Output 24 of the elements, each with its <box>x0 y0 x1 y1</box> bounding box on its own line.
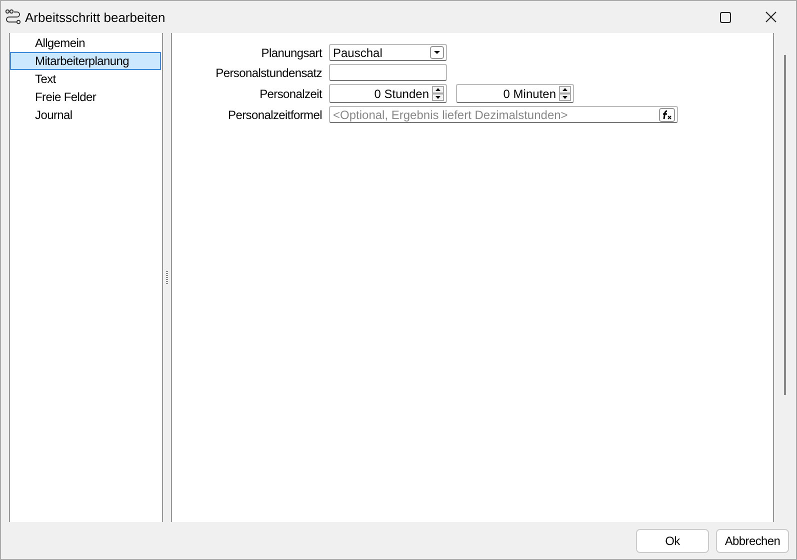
navigation-item[interactable]: Freie Felder <box>10 88 161 106</box>
close-icon[interactable] <box>765 11 777 23</box>
cancel-button[interactable]: Abbrechen <box>716 528 789 552</box>
ok-button[interactable]: Ok <box>636 528 709 552</box>
field-label: Personalstundensatz <box>216 66 322 80</box>
input-field[interactable] <box>329 64 447 81</box>
navigation-item[interactable]: Mitarbeiterplanung <box>10 52 161 70</box>
field-label: Personalzeit <box>260 86 322 100</box>
maximize-icon[interactable] <box>720 12 731 22</box>
spin-field[interactable]: 0 Stunden <box>329 84 447 103</box>
spin-field[interactable]: 0 Minuten <box>456 84 574 103</box>
scrollbar-thumb[interactable] <box>784 55 786 395</box>
navigation-item[interactable]: Allgemein <box>10 34 161 52</box>
spin-arrows-icon[interactable] <box>559 86 571 101</box>
navigation-item[interactable]: Journal <box>10 106 161 124</box>
window-title: Arbeitsschritt bearbeiten <box>25 10 166 24</box>
function-icon[interactable] <box>659 108 675 122</box>
spin-arrows-icon[interactable] <box>432 86 444 101</box>
field-label: Personalzeitformel <box>228 108 322 122</box>
navigation-item[interactable]: Text <box>10 70 161 88</box>
formula-field[interactable]: <Optional, Ergebnis liefert Dezimalstunden> <box>329 106 678 123</box>
field-label: Planungsart <box>261 46 322 60</box>
dropdown[interactable]: Pauschal <box>329 44 447 61</box>
workflow-icon <box>5 9 21 25</box>
